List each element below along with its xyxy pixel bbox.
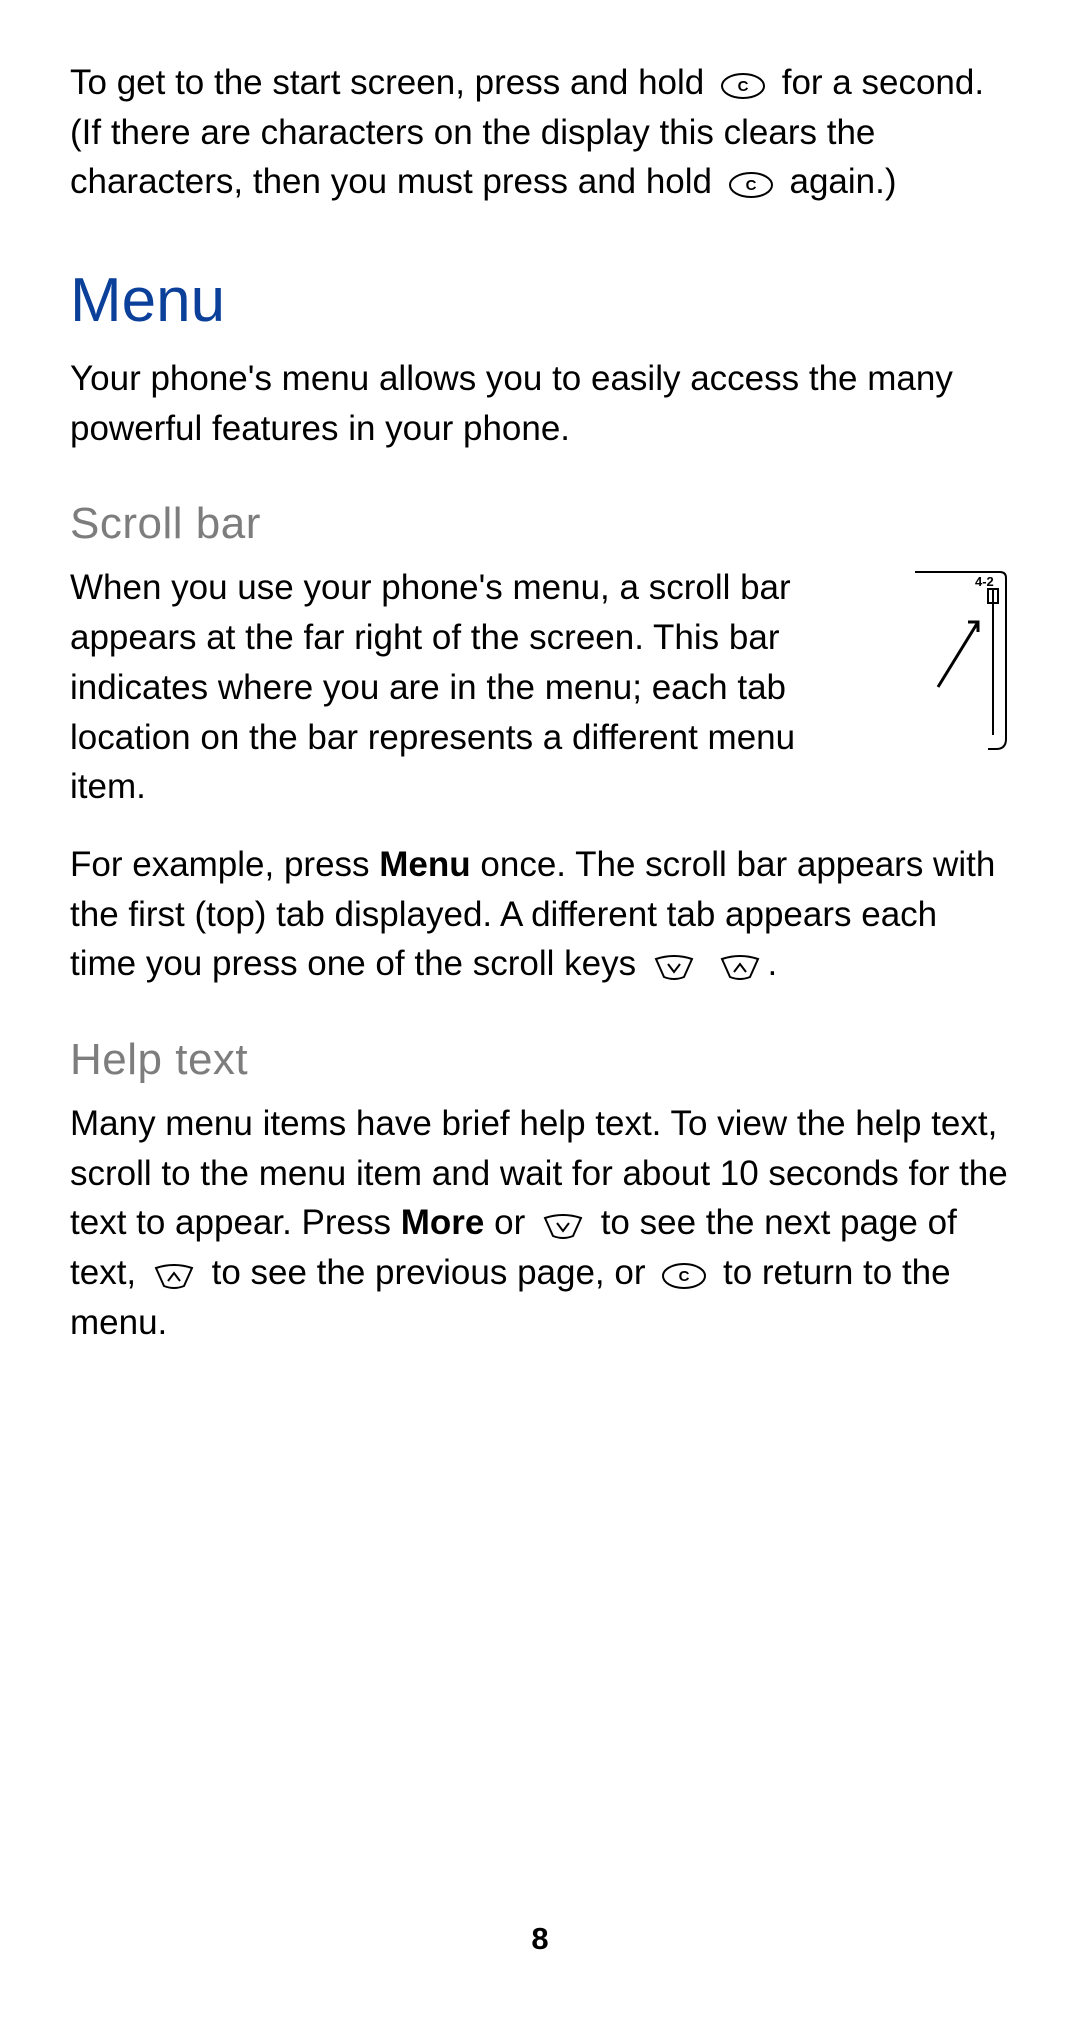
intro-text-c: again.) xyxy=(789,162,896,201)
svg-text:C: C xyxy=(745,177,756,194)
scrollbar-heading: Scroll bar xyxy=(70,499,1010,549)
helptext-paragraph: Many menu items have brief help text. To… xyxy=(70,1099,1010,1347)
intro-paragraph: To get to the start screen, press and ho… xyxy=(70,58,1010,207)
menu-paragraph: Your phone's menu allows you to easily a… xyxy=(70,354,1010,453)
intro-text-a: To get to the start screen, press and ho… xyxy=(70,63,714,102)
figure-label-text: 4-2 xyxy=(975,574,994,589)
scroll-down-icon xyxy=(541,1214,585,1240)
helptext-heading: Help text xyxy=(70,1035,1010,1085)
scrollbar-figure: 4-2 xyxy=(900,567,1010,757)
scroll-up-icon xyxy=(152,1264,196,1290)
c-key-icon: C xyxy=(720,72,766,100)
scrollbar-paragraph-1: When you use your phone's menu, a scroll… xyxy=(70,563,870,811)
page-number: 8 xyxy=(0,1921,1080,1957)
c-key-icon: C xyxy=(728,171,774,199)
svg-text:C: C xyxy=(738,78,749,95)
scroll-down-icon xyxy=(652,955,696,981)
scroll-up-icon xyxy=(718,955,762,981)
menu-bold-label: Menu xyxy=(379,845,470,884)
help-text-d: to see the previous page, or xyxy=(212,1253,656,1292)
svg-text:C: C xyxy=(679,1268,690,1285)
scrollbar-paragraph-2: For example, press Menu once. The scroll… xyxy=(70,840,1010,989)
menu-heading: Menu xyxy=(70,265,1010,336)
scrollbar-row: When you use your phone's menu, a scroll… xyxy=(70,563,1010,839)
scrollbar-text-a: For example, press xyxy=(70,845,379,884)
more-bold-label: More xyxy=(401,1203,485,1242)
scrollbar-text-c: . xyxy=(768,944,778,983)
manual-page: To get to the start screen, press and ho… xyxy=(0,0,1080,2039)
help-text-b: or xyxy=(484,1203,535,1242)
c-key-icon: C xyxy=(661,1262,707,1290)
